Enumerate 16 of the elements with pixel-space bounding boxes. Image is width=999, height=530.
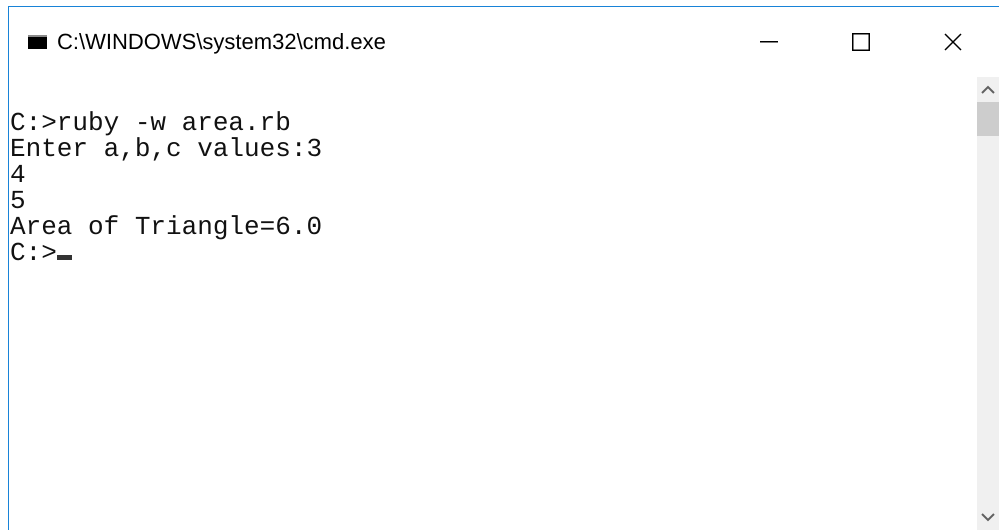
console-line: Area of Triangle=6.0: [10, 214, 322, 240]
window-title: C:\WINDOWS\system32\cmd.exe: [57, 29, 386, 55]
minimize-icon: [760, 41, 778, 43]
scroll-down-icon[interactable]: [981, 513, 995, 522]
scroll-up-icon[interactable]: [981, 85, 995, 94]
console-line: C:>: [10, 240, 57, 266]
console-line: Enter a,b,c values:3: [10, 136, 322, 162]
maximize-icon: [852, 33, 870, 51]
text-cursor: [56, 255, 72, 260]
console-app-icon: [28, 35, 47, 49]
close-icon: [944, 33, 962, 51]
console-line: C:>ruby -w area.rb: [10, 110, 291, 136]
scrollbar-thumb[interactable]: [977, 102, 999, 136]
console-line: 5: [10, 188, 26, 214]
console-line: 4: [10, 162, 26, 188]
vertical-scrollbar[interactable]: [977, 77, 999, 530]
